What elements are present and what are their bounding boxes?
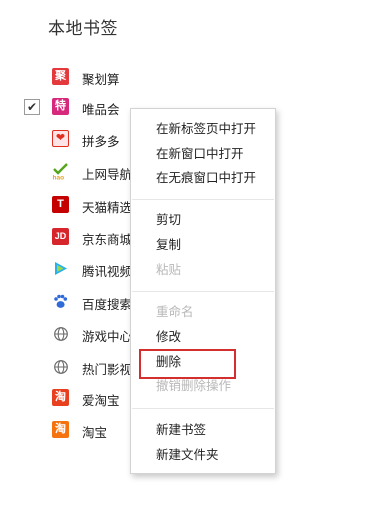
menu-copy[interactable]: 复制 (131, 233, 275, 257)
menu-new-bookmark[interactable]: 新建书签 (131, 418, 275, 442)
bookmark-label: 京东商城 (82, 233, 133, 247)
tencent-video-icon (52, 260, 69, 277)
menu-separator (132, 291, 274, 292)
bookmark-checkbox[interactable]: ✔ (24, 99, 40, 115)
taobao-icon: 淘 (52, 421, 69, 438)
menu-separator (132, 199, 274, 200)
tmall-icon: T (52, 196, 69, 213)
menu-new-folder[interactable]: 新建文件夹 (131, 443, 275, 467)
svg-text:hao: hao (53, 175, 65, 181)
menu-paste: 粘贴 (156, 263, 182, 277)
bookmark-label: 淘宝 (82, 426, 108, 440)
menu-rename: 重命名 (156, 305, 194, 319)
jd-icon: JD (52, 228, 69, 245)
hao-icon: hao (52, 163, 69, 180)
menu-open-new-tab[interactable]: 在新标签页中打开 (131, 117, 275, 141)
bookmark-label: 拼多多 (82, 135, 120, 149)
vip-icon: 特 (52, 98, 69, 115)
menu-edit[interactable]: 修改 (131, 325, 275, 349)
bookmark-item[interactable]: 聚聚划算 (0, 62, 388, 92)
bookmark-label: 聚划算 (82, 73, 120, 87)
menu-separator (132, 408, 274, 409)
bookmark-label: 游戏中心 (82, 330, 133, 344)
bookmark-label: 腾讯视频 (82, 265, 133, 279)
juhuasuan-icon: 聚 (52, 68, 69, 85)
aitaobao-icon: 淘 (52, 389, 69, 406)
delete-highlight-box (139, 349, 236, 379)
globe-icon (52, 358, 69, 375)
menu-open-incognito[interactable]: 在无痕窗口中打开 (131, 166, 275, 190)
bookmark-label: 百度搜索 (82, 298, 133, 312)
bookmark-label: 天猫精选 (82, 201, 133, 215)
bookmark-label: 唯品会 (82, 103, 120, 117)
bookmark-label: 上网导航 (82, 168, 133, 182)
bookmark-label: 热门影视 (82, 363, 133, 377)
menu-cut[interactable]: 剪切 (131, 208, 275, 232)
pinduoduo-icon: ❤ (52, 130, 69, 147)
page-title: 本地书签 (48, 19, 118, 38)
globe-icon (52, 325, 69, 342)
baidu-paw-icon (52, 293, 69, 310)
menu-open-new-window[interactable]: 在新窗口中打开 (131, 142, 275, 166)
context-menu: 在新标签页中打开 在新窗口中打开 在无痕窗口中打开 剪切 复制 粘贴 重命名 修改 删除 撤销删除… (130, 108, 276, 474)
bookmark-label: 爱淘宝 (82, 394, 120, 408)
